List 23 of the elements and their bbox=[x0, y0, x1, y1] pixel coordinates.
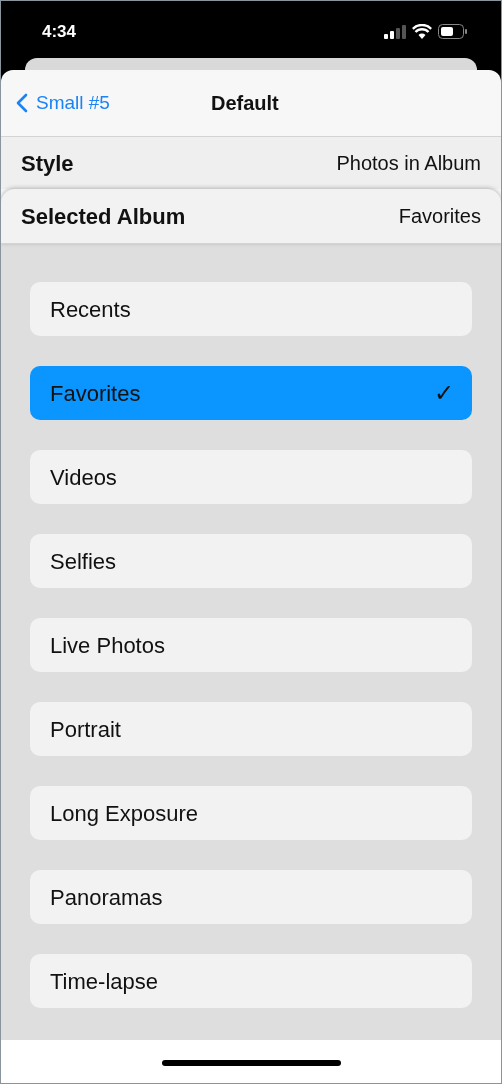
style-value: Photos in Album bbox=[336, 151, 481, 176]
album-option[interactable]: Time-lapse bbox=[30, 954, 472, 1008]
album-option[interactable]: Selfies bbox=[30, 534, 472, 588]
album-option[interactable]: Recents bbox=[30, 282, 472, 336]
album-option[interactable]: Favorites ✓ bbox=[30, 366, 472, 420]
album-row[interactable]: Selected Album Favorites bbox=[1, 189, 501, 244]
style-row[interactable]: Style Photos in Album bbox=[1, 137, 501, 189]
signal-icon bbox=[384, 24, 406, 39]
album-value: Favorites bbox=[398, 204, 481, 229]
checkmark: ✓ bbox=[433, 378, 454, 409]
status-time: 4:34 bbox=[42, 20, 77, 43]
album-option[interactable]: Panoramas bbox=[30, 870, 472, 924]
album-option[interactable]: Portrait bbox=[30, 702, 472, 756]
battery-icon bbox=[438, 24, 468, 39]
chevron-left-icon bbox=[16, 93, 28, 113]
album-option[interactable]: Videos bbox=[30, 450, 472, 504]
style-label: Style bbox=[21, 149, 74, 178]
nav-title: Default bbox=[211, 91, 279, 116]
album-option[interactable]: Live Photos bbox=[30, 618, 472, 672]
album-option[interactable]: Long Exposure bbox=[30, 786, 472, 840]
back-button[interactable]: Small #5 bbox=[1, 88, 110, 118]
album-label: Selected Album bbox=[21, 202, 186, 231]
wifi-icon bbox=[412, 24, 432, 39]
